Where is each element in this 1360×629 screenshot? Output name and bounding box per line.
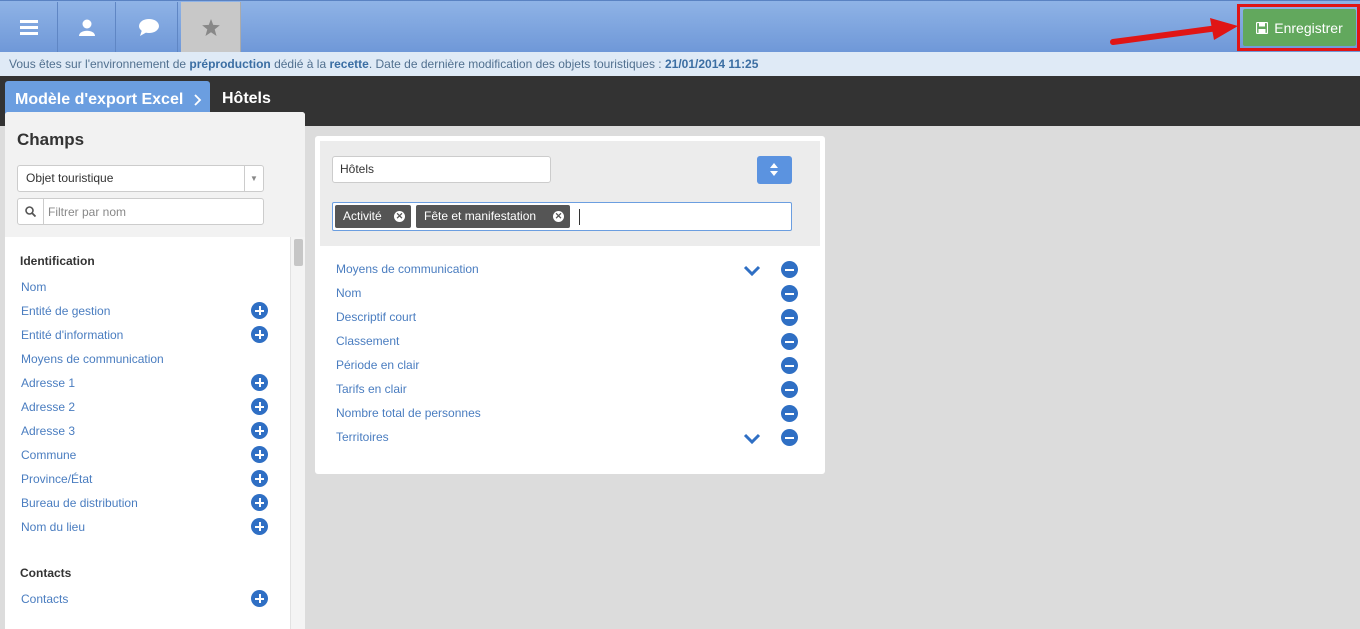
tags-input[interactable]: Activité ✕ Fête et manifestation ✕: [332, 202, 792, 231]
filter-field: [17, 198, 264, 225]
field-item[interactable]: Adresse 3: [21, 424, 75, 438]
text-cursor: [579, 209, 580, 225]
field-item[interactable]: Adresse 1: [21, 376, 75, 390]
remove-field-icon[interactable]: [781, 261, 798, 278]
tag-label: Activité: [343, 209, 382, 223]
breadcrumb-parent[interactable]: Modèle d'export Excel: [5, 81, 210, 114]
chevron-down-icon[interactable]: [743, 433, 761, 445]
menu-button[interactable]: [0, 2, 58, 53]
export-config-panel: Hôtels Activité ✕ Fête et manifestation …: [315, 136, 825, 474]
user-icon: [78, 19, 95, 36]
selected-field-item[interactable]: Nom: [336, 286, 361, 300]
add-field-icon[interactable]: [251, 302, 268, 319]
field-item[interactable]: Contacts: [21, 592, 68, 606]
selected-field-item[interactable]: Territoires: [336, 430, 389, 444]
environment-info-bar: Vous êtes sur l'environnement de préprod…: [0, 52, 1360, 76]
tag-label: Fête et manifestation: [424, 209, 537, 223]
info-prefix: Vous êtes sur l'environnement de: [9, 57, 190, 71]
tag-chip: Fête et manifestation ✕: [416, 205, 570, 228]
add-field-icon[interactable]: [251, 422, 268, 439]
menu-icon: [19, 20, 38, 35]
field-item[interactable]: Province/État: [21, 472, 92, 486]
export-config-header: Hôtels Activité ✕ Fête et manifestation …: [320, 141, 820, 246]
fields-panel-header: Champs Objet touristique ▼: [5, 112, 305, 237]
field-item[interactable]: Nom: [21, 280, 46, 294]
chat-icon: [138, 19, 159, 36]
star-icon: [201, 19, 220, 36]
field-item[interactable]: Entité de gestion: [21, 304, 110, 318]
scrollbar-thumb[interactable]: [294, 239, 303, 266]
section-title-contacts: Contacts: [20, 566, 72, 580]
chat-button[interactable]: [120, 2, 178, 53]
selected-field-item[interactable]: Descriptif court: [336, 310, 416, 324]
field-item[interactable]: Bureau de distribution: [21, 496, 138, 510]
object-type-select-value: Objet touristique: [26, 171, 114, 185]
info-environment: préproduction: [189, 57, 271, 71]
selected-field-item[interactable]: Moyens de communication: [336, 262, 479, 276]
search-icon: [18, 199, 44, 224]
save-button[interactable]: Enregistrer: [1243, 9, 1356, 46]
save-button-label: Enregistrer: [1274, 19, 1343, 36]
tag-chip: Activité ✕: [335, 205, 411, 228]
field-item[interactable]: Nom du lieu: [21, 520, 85, 534]
add-field-icon[interactable]: [251, 470, 268, 487]
field-item[interactable]: Entité d'information: [21, 328, 123, 342]
field-item[interactable]: Adresse 2: [21, 400, 75, 414]
add-field-icon[interactable]: [251, 518, 268, 535]
export-name-input[interactable]: Hôtels: [332, 156, 551, 183]
remove-field-icon[interactable]: [781, 429, 798, 446]
selected-field-item[interactable]: Nombre total de personnes: [336, 406, 481, 420]
add-field-icon[interactable]: [251, 398, 268, 415]
breadcrumb-current: Hôtels: [222, 90, 271, 107]
remove-tag-icon[interactable]: ✕: [394, 211, 405, 222]
favorites-button[interactable]: [181, 2, 241, 53]
section-title-identification: Identification: [20, 254, 95, 268]
info-suffix: . Date de dernière modification des obje…: [368, 57, 665, 71]
sort-toggle-button[interactable]: [757, 156, 792, 184]
add-field-icon[interactable]: [251, 590, 268, 607]
remove-field-icon[interactable]: [781, 405, 798, 422]
floppy-disk-icon: [1256, 21, 1269, 34]
info-date: 21/01/2014 11:25: [664, 57, 759, 71]
chevron-right-icon: [194, 94, 202, 106]
remove-field-icon[interactable]: [781, 285, 798, 302]
remove-field-icon[interactable]: [781, 381, 798, 398]
selected-field-item[interactable]: Période en clair: [336, 358, 419, 372]
chevron-down-icon: ▼: [244, 166, 263, 191]
info-middle: dédié à la: [270, 57, 330, 71]
add-field-icon[interactable]: [251, 374, 268, 391]
remove-field-icon[interactable]: [781, 357, 798, 374]
user-button[interactable]: [58, 2, 116, 53]
fields-panel-title: Champs: [17, 130, 85, 149]
remove-field-icon[interactable]: [781, 309, 798, 326]
field-item[interactable]: Commune: [21, 448, 76, 462]
add-field-icon[interactable]: [251, 446, 268, 463]
object-type-select[interactable]: Objet touristique ▼: [17, 165, 264, 192]
field-item[interactable]: Moyens de communication: [21, 352, 164, 366]
filter-input[interactable]: [48, 203, 248, 220]
remove-tag-icon[interactable]: ✕: [553, 211, 564, 222]
selected-field-item[interactable]: Tarifs en clair: [336, 382, 407, 396]
add-field-icon[interactable]: [251, 494, 268, 511]
chevron-down-icon[interactable]: [743, 265, 761, 277]
info-purpose: recette: [329, 57, 369, 71]
annotation-arrow-icon: [1110, 18, 1238, 45]
add-field-icon[interactable]: [251, 326, 268, 343]
selected-field-item[interactable]: Classement: [336, 334, 399, 348]
remove-field-icon[interactable]: [781, 333, 798, 350]
fields-scrollbar[interactable]: [290, 237, 305, 629]
fields-panel: Champs Objet touristique ▼ Identificatio…: [5, 112, 305, 629]
